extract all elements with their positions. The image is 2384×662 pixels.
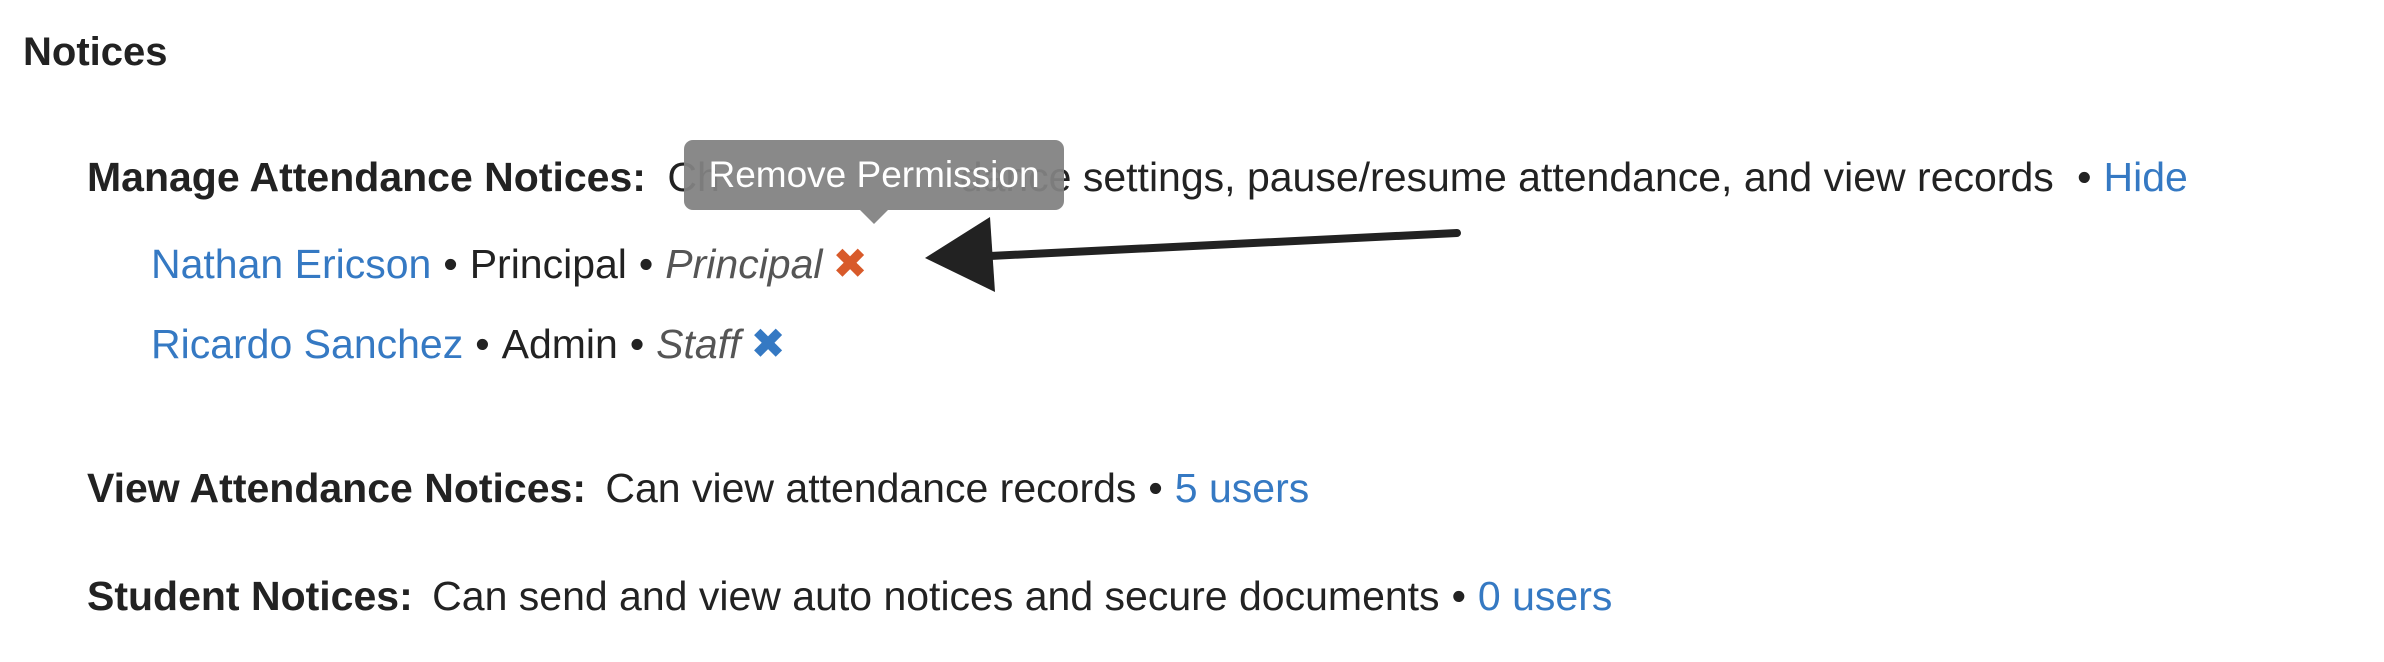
annotation-arrow-icon bbox=[925, 217, 1461, 292]
arrow-head bbox=[925, 217, 995, 292]
